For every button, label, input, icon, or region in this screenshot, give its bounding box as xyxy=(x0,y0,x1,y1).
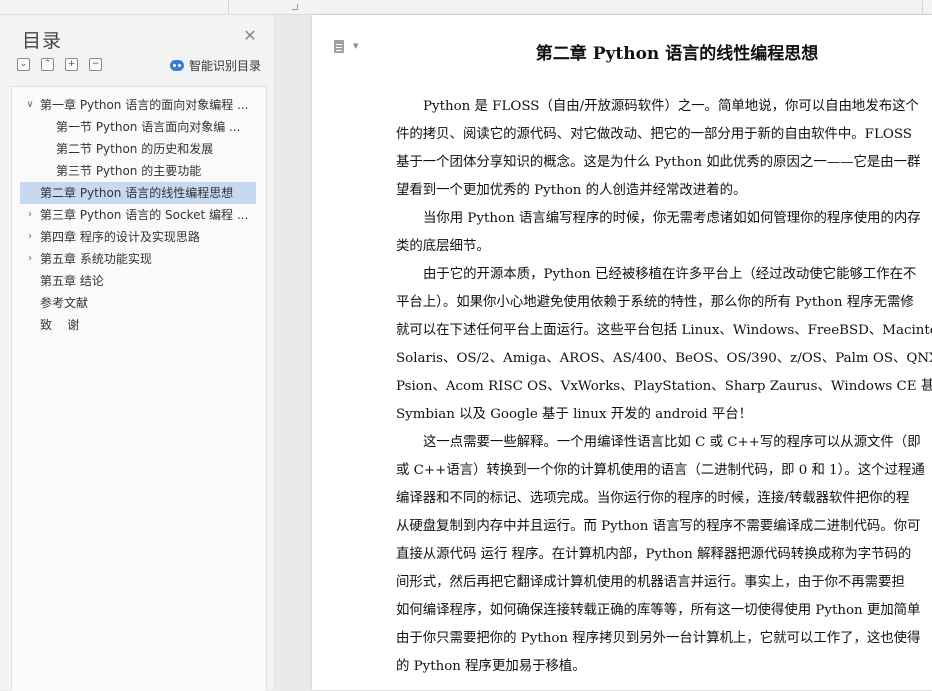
toc-item[interactable]: 第一节 Python 语言面向对象编 ... xyxy=(56,116,252,138)
toc-item[interactable]: 第一章 Python 语言的面向对象编程 ... xyxy=(40,94,252,116)
chevron-right-icon[interactable]: › xyxy=(25,204,35,226)
paragraph-line: 或 C++语言）转换到一个你的计算机使用的语言（二进制代码，即 0 和 1）。这… xyxy=(396,463,925,478)
chevron-down-icon[interactable]: ∨ xyxy=(25,94,35,116)
toc-item[interactable]: 第二节 Python 的历史和发展 xyxy=(56,138,252,160)
toc-item-active[interactable]: 第二章 Python 语言的线性编程思想 xyxy=(20,182,256,204)
sidebar-title: 目录 xyxy=(22,30,63,52)
paragraph-line: Psion、Acom RISC OS、VxWorks、PlayStation、S… xyxy=(396,379,932,394)
paragraph-line: 平台上）。如果你小心地避免使用依赖于系统的特性，那么你的所有 Python 程序… xyxy=(396,295,914,310)
paragraph-line: Symbian 以及 Google 基于 linux 开发的 android 平… xyxy=(396,407,753,422)
expand-up-icon[interactable]: ⌃ xyxy=(41,58,54,71)
document-page[interactable]: ▼ 第二章 Python 语言的线性编程思想 Python 是 FLOSS（自由… xyxy=(312,15,932,690)
paragraph-line: 基于一个团体分享知识的概念。这是为什么 Python 如此优秀的原因之一——它是… xyxy=(396,155,921,170)
toc-item[interactable]: 第五章 系统功能实现 xyxy=(40,248,252,270)
paragraph-line: Python 是 FLOSS（自由/开放源码软件）之一。简单地说，你可以自由地发… xyxy=(423,99,919,114)
smart-toc-button[interactable]: 智能识别目录 xyxy=(170,57,261,73)
toc-item[interactable]: 参考文献 xyxy=(40,292,252,314)
paragraph-line: 当你用 Python 语言编写程序的时候，你无需考虑诸如如何管理你的程序使用的内… xyxy=(423,211,921,226)
paragraph-line: 间形式，然后再把它翻译成计算机使用的机器语言并运行。事实上，由于你不再需要担 xyxy=(396,575,905,590)
add-level-icon[interactable]: + xyxy=(65,58,78,71)
paragraph-line: 由于它的开源本质，Python 已经被移植在许多平台上（经过改动使它能够工作在不 xyxy=(423,267,917,282)
paragraph-line: 望看到一个更加优秀的 Python 的人创造并经常改进着的。 xyxy=(396,183,747,198)
toolbar-divider xyxy=(922,0,923,14)
toc-sidebar: 目录 ✕ ⌄ ⌃ + − 智能识别目录 ∨ 第一章 Python 语言的面向对象… xyxy=(0,15,275,691)
resize-corner-icon[interactable] xyxy=(292,4,298,10)
paragraph-line: 的 Python 程序更加易于移植。 xyxy=(396,659,586,674)
paragraph-line: 件的拷贝、阅读它的源代码、对它做改动、把它的一部分用于新的自由软件中。FLOSS xyxy=(396,127,912,142)
robot-icon xyxy=(170,59,184,71)
paragraph-line: 编译器和不同的标记、选项完成。当你运行你的程序的时候，连接/转载器软件把你的程 xyxy=(396,491,910,506)
paragraph-line: 直接从源代码 运行 程序。在计算机内部，Python 解释器把源代码转换成称为字… xyxy=(396,547,912,562)
close-icon[interactable]: ✕ xyxy=(242,28,258,44)
paragraph-line: 从硬盘复制到内存中并且运行。而 Python 语言写的程序不需要编译成二进制代码… xyxy=(396,519,921,534)
top-toolbar-strip xyxy=(0,0,932,15)
chevron-right-icon[interactable]: › xyxy=(25,248,35,270)
paragraph-line: 就可以在下述任何平台上面运行。这些平台包括 Linux、Windows、Free… xyxy=(396,323,932,338)
paragraph-line: Solaris、OS/2、Amiga、AROS、AS/400、BeOS、OS/3… xyxy=(396,351,932,366)
paragraph-line: 由于你只需要把你的 Python 程序拷贝到另外一台计算机上，它就可以工作了，这… xyxy=(396,631,921,646)
chapter-title: 第二章 Python 语言的线性编程思想 xyxy=(535,44,819,64)
toc-item[interactable]: 致 谢 xyxy=(40,314,252,336)
chevron-right-icon[interactable]: › xyxy=(25,226,35,248)
document-body[interactable]: Python 是 FLOSS（自由/开放源码软件）之一。简单地说，你可以自由地发… xyxy=(396,93,932,681)
toc-list: ∨ 第一章 Python 语言的面向对象编程 ... 第一节 Python 语言… xyxy=(11,86,267,691)
toc-item[interactable]: 第三章 Python 语言的 Socket 编程 ... xyxy=(40,204,252,226)
paragraph-line: 类的底层细节。 xyxy=(396,239,490,254)
toc-item[interactable]: 第五章 结论 xyxy=(40,270,252,292)
toc-item[interactable]: 第四章 程序的设计及实现思路 xyxy=(40,226,252,248)
paragraph-line: 这一点需要一些解释。一个用编译性语言比如 C 或 C++写的程序可以从源文件（即 xyxy=(423,435,921,450)
toc-item[interactable]: 第三节 Python 的主要功能 xyxy=(56,160,252,182)
smart-toc-label: 智能识别目录 xyxy=(189,58,262,73)
remove-level-icon[interactable]: − xyxy=(89,58,102,71)
toolbar-divider xyxy=(228,0,229,14)
paragraph-line: 如何编译程序，如何确保连接转载正确的库等等，所有这一切使得使用 Python 更… xyxy=(396,603,921,618)
collapse-all-icon[interactable]: ⌄ xyxy=(17,58,30,71)
